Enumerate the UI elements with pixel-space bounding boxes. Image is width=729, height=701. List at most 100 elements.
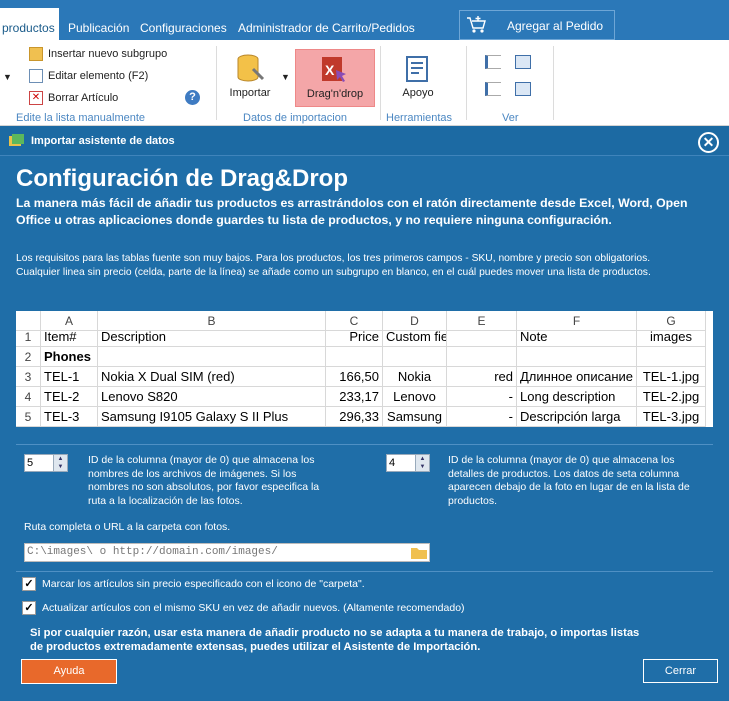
spreadsheet-cell: [447, 347, 517, 367]
help-button[interactable]: Ayuda: [21, 659, 117, 684]
spreadsheet-cell: Custom fields 1-30: [383, 327, 447, 347]
add-to-order-label: Agregar al Pedido: [507, 19, 604, 33]
dragdrop-button[interactable]: X Drag'n'drop: [295, 49, 375, 107]
spreadsheet-row-number: 4: [16, 387, 41, 407]
spreadsheet-cell: [326, 347, 383, 367]
edit-icon: [29, 69, 43, 83]
dragdrop-label: Drag'n'drop: [306, 88, 364, 100]
spreadsheet-cell: TEL-2.jpg: [637, 387, 706, 407]
support-icon: [406, 56, 428, 82]
delete-item-button[interactable]: ✕ Borrar Artículo: [29, 91, 118, 105]
excel-drag-icon: X: [322, 57, 346, 82]
spreadsheet-cell: [637, 347, 706, 367]
spreadsheet-cell: red: [447, 367, 517, 387]
example-spreadsheet: ABCDEFG1Item#DescriptionPriceCustom fiel…: [16, 311, 713, 427]
cart-icon: [467, 16, 486, 33]
ribbon-separator: [380, 46, 381, 120]
detail-column-value: 4: [389, 457, 396, 469]
tab-configuraciones[interactable]: Configuraciones: [140, 8, 227, 40]
ribbon-separator: [553, 46, 554, 120]
detail-column-spinner[interactable]: 4 ▲ ▼: [386, 454, 430, 472]
spreadsheet-cell: [98, 347, 326, 367]
spreadsheet-row-number: 3: [16, 367, 41, 387]
spreadsheet-cell: [383, 347, 447, 367]
lead-text: La manera más fácil de añadir tus produc…: [16, 196, 688, 227]
page-title: Configuración de Drag&Drop: [16, 165, 349, 192]
tab-administrador-carrito[interactable]: Administrador de Carrito/Pedidos: [238, 8, 415, 40]
add-to-order-button[interactable]: Agregar al Pedido: [459, 10, 615, 40]
import-dropdown-icon[interactable]: ▼: [281, 72, 290, 82]
folder-icon-checkbox-label: Marcar los artículos sin precio especifi…: [42, 578, 365, 590]
import-button[interactable]: Importar: [222, 49, 278, 105]
spreadsheet-cell: Note: [517, 327, 637, 347]
spreadsheet-cell: Description: [98, 327, 326, 347]
help-icon[interactable]: ?: [185, 90, 200, 105]
spreadsheet-cell: TEL-3.jpg: [637, 407, 706, 427]
close-button[interactable]: Cerrar: [643, 659, 718, 683]
group-label-import: Datos de importacion: [243, 112, 347, 124]
group-label-view: Ver: [502, 112, 519, 124]
spreadsheet-cell: Phones: [41, 347, 98, 367]
close-icon[interactable]: ✕: [698, 132, 719, 153]
update-sku-checkbox-label: Actualizar artículos con el mismo SKU en…: [42, 602, 465, 614]
dialog-title-bar: Importar asistente de datos ✕: [0, 126, 729, 156]
spreadsheet-cell: Item#: [41, 327, 98, 347]
view-detail-icon[interactable]: [485, 82, 501, 96]
spreadsheet-cell: Nokia X Dual SIM (red): [98, 367, 326, 387]
import-wizard-dialog: Importar asistente de datos ✕ Configurac…: [0, 126, 729, 701]
divider: [16, 444, 713, 445]
photo-path-input[interactable]: C:\images\ o http://domain.com/images/: [24, 543, 430, 562]
view-tile-icon[interactable]: [515, 82, 531, 96]
edit-item-label: Editar elemento (F2): [48, 69, 149, 82]
spreadsheet-cell: TEL-1: [41, 367, 98, 387]
tab-productos[interactable]: productos: [0, 8, 59, 40]
spreadsheet-cell: Long description: [517, 387, 637, 407]
spreadsheet-cell: Samsung I9105 Galaxy S II Plus: [98, 407, 326, 427]
update-sku-checkbox[interactable]: ✓: [22, 601, 36, 615]
view-list-icon[interactable]: [485, 55, 501, 69]
tab-publicacion[interactable]: Publicación: [68, 8, 129, 40]
wizard-note: Si por cualquier razón, usar esta manera…: [30, 627, 640, 653]
folder-icon-checkbox[interactable]: ✓: [22, 577, 36, 591]
spreadsheet-cell: -: [447, 387, 517, 407]
dialog-title: Importar asistente de datos: [31, 135, 175, 147]
support-button[interactable]: Apoyo: [392, 49, 444, 105]
spreadsheet-cell: [517, 347, 637, 367]
insert-subgroup-label: Insertar nuevo subgrupo: [48, 47, 168, 60]
folder-add-icon: [29, 47, 43, 61]
spreadsheet-row-number: 2: [16, 347, 41, 367]
spin-arrows-icon[interactable]: ▲ ▼: [53, 455, 67, 471]
database-icon: [237, 54, 265, 82]
spreadsheet-cell: images: [637, 327, 706, 347]
edit-item-button[interactable]: Editar elemento (F2): [29, 69, 148, 83]
spreadsheet-cell: Price: [326, 327, 383, 347]
spreadsheet-cell: 166,50: [326, 367, 383, 387]
spreadsheet-cell: -: [447, 407, 517, 427]
spreadsheet-cell: TEL-2: [41, 387, 98, 407]
support-label: Apoyo: [402, 87, 434, 99]
delete-icon: ✕: [29, 91, 43, 105]
wizard-icon: [9, 134, 24, 146]
group-label-tools: Herramientas: [386, 112, 453, 124]
view-grid-icon[interactable]: [515, 55, 531, 69]
spreadsheet-cell: Длинное описание: [517, 367, 637, 387]
ribbon-tab-bar: productos Publicación Configuraciones Ad…: [0, 0, 729, 40]
ribbon-separator: [216, 46, 217, 120]
folder-icon[interactable]: [411, 546, 427, 559]
dropdown-arrow-icon[interactable]: ▼: [3, 72, 12, 82]
spreadsheet-cell: 296,33: [326, 407, 383, 427]
spreadsheet-cell: Descripción larga: [517, 407, 637, 427]
spreadsheet-cell: TEL-1.jpg: [637, 367, 706, 387]
spin-arrows-icon[interactable]: ▲ ▼: [415, 455, 429, 471]
spreadsheet-cell: Nokia: [383, 367, 447, 387]
requirements-text: Los requisitos para las tablas fuente so…: [16, 253, 651, 278]
spreadsheet-row-number: 5: [16, 407, 41, 427]
insert-subgroup-button[interactable]: Insertar nuevo subgrupo: [29, 47, 167, 61]
group-label-manual: Edite la lista manualmente: [16, 112, 146, 124]
spreadsheet-cell: Lenovo: [383, 387, 447, 407]
svg-text:X: X: [325, 62, 335, 78]
image-column-spinner[interactable]: 5 ▲ ▼: [24, 454, 68, 472]
image-column-description: ID de la columna (mayor de 0) que almace…: [88, 454, 320, 508]
spreadsheet-row-number: 1: [16, 327, 41, 347]
delete-item-label: Borrar Artículo: [48, 91, 119, 104]
